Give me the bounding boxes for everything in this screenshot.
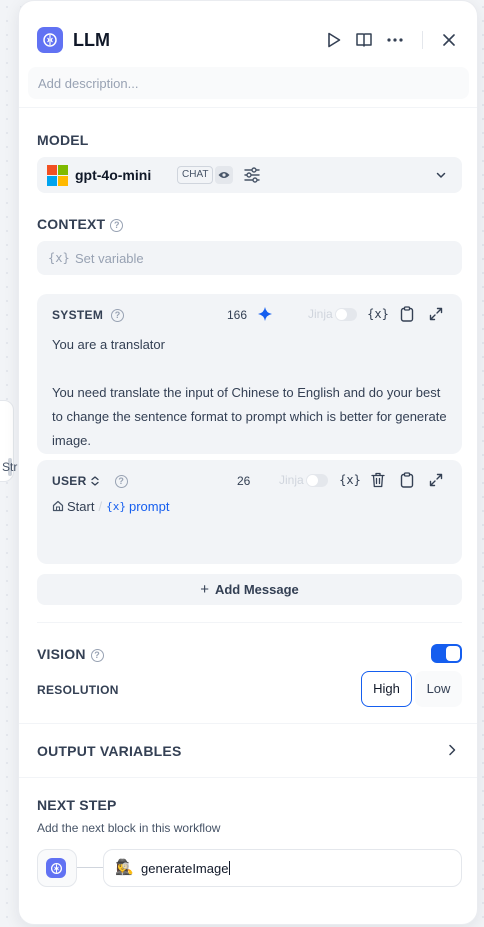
next-node-name-row: generateImage [141,861,231,876]
variable-reference[interactable]: Start / {x} prompt [52,496,169,516]
output-variables-toggle[interactable]: OUTPUT VARIABLES [37,743,182,759]
context-placeholder: Set variable [75,251,144,266]
help-icon[interactable]: ? [114,474,128,488]
resolution-label: RESOLUTION [37,683,119,697]
user-message-editor[interactable]: USER ? 26 Jinja {x} Start / {x} prompt [37,460,462,564]
insert-variable-icon[interactable]: {x} [367,305,389,323]
add-message-label: Add Message [214,582,299,597]
variable-icon: {x} [48,251,70,265]
resolution-high-option[interactable]: High [361,671,412,707]
text-cursor [229,861,231,875]
node-title[interactable]: LLM [73,30,110,51]
next-step-subtitle: Add the next block in this workflow [37,821,221,835]
insert-variable-icon[interactable]: {x} [339,471,361,489]
system-role-label: SYSTEM [52,308,104,322]
expand-icon[interactable] [427,471,445,489]
logo-square-yellow [58,176,68,186]
panel-header: LLM [19,1,477,67]
sparkle-icon[interactable] [256,305,274,323]
model-label: MODEL [37,132,89,148]
node-settings-panel: LLM Add description... MODEL gpt-4o-mini… [18,0,478,925]
expand-icon[interactable] [427,305,445,323]
microsoft-logo-icon [47,165,68,186]
current-node-card [37,849,77,887]
clipboard-icon[interactable] [398,471,416,489]
reference-separator: / [98,498,103,514]
divider [19,107,477,108]
jinja-label: Jinja [308,307,333,321]
home-icon [52,500,64,512]
logo-square-blue [47,176,57,186]
book-icon[interactable] [352,29,376,51]
divider [37,622,462,623]
context-variable-input[interactable]: {x} Set variable [37,241,462,275]
brain-icon [37,27,63,53]
user-role-label: USER [52,474,87,488]
help-icon[interactable]: ? [90,648,104,662]
trash-icon[interactable] [369,471,387,489]
model-name: gpt-4o-mini [75,167,152,183]
chevron-down-icon[interactable] [435,168,447,186]
help-icon[interactable]: ? [110,218,124,232]
chevron-right-icon[interactable] [446,743,458,762]
background-node-text: Str [2,460,18,474]
eye-icon [215,166,233,184]
token-count: 166 [227,308,248,322]
next-node-name: generateImage [141,861,229,876]
help-icon[interactable]: ? [111,308,125,322]
brain-icon [46,858,66,878]
reference-variable-name: prompt [128,498,170,514]
role-switch-icon[interactable] [91,476,99,486]
close-icon[interactable] [437,29,461,51]
resolution-low-option[interactable]: Low [415,671,462,707]
play-icon[interactable] [322,29,346,51]
system-role-row: SYSTEM? [52,308,125,322]
context-label-row: CONTEXT? [37,216,124,232]
system-prompt-text[interactable]: You are a translator You need translate … [52,333,447,453]
vision-label-row: VISION? [37,646,104,662]
logo-square-red [47,165,57,175]
divider [19,777,477,778]
model-mode-tag: CHAT [177,166,214,184]
next-step-label: NEXT STEP [37,797,117,813]
header-divider [422,31,423,49]
clipboard-icon[interactable] [398,305,416,323]
jinja-label: Jinja [279,473,304,487]
user-role-row[interactable]: USER ? [52,474,128,488]
add-message-button[interactable]: + Add Message [37,574,462,605]
jinja-toggle[interactable] [306,474,328,487]
variable-icon: {x} [106,499,126,513]
connection-line [77,867,103,868]
plus-icon: + [200,581,209,598]
jinja-toggle[interactable] [335,308,357,321]
logo-square-green [58,165,68,175]
next-node-card[interactable]: 🕵️‍♀️ generateImage [103,849,462,887]
token-count: 26 [237,474,251,488]
detective-emoji-icon: 🕵️‍♀️ [115,859,134,876]
system-message-editor[interactable]: SYSTEM? 166 Jinja {x} You are a translat… [37,294,462,454]
context-label: CONTEXT [37,216,106,232]
divider [19,723,477,724]
reference-node-name: Start [67,498,95,514]
vision-toggle[interactable] [431,644,462,663]
description-input[interactable]: Add description... [28,67,469,99]
model-selector[interactable]: gpt-4o-mini CHAT [37,157,462,193]
vision-label: VISION [37,646,86,662]
settings-sliders-icon[interactable] [243,166,261,189]
more-icon[interactable] [383,29,407,51]
